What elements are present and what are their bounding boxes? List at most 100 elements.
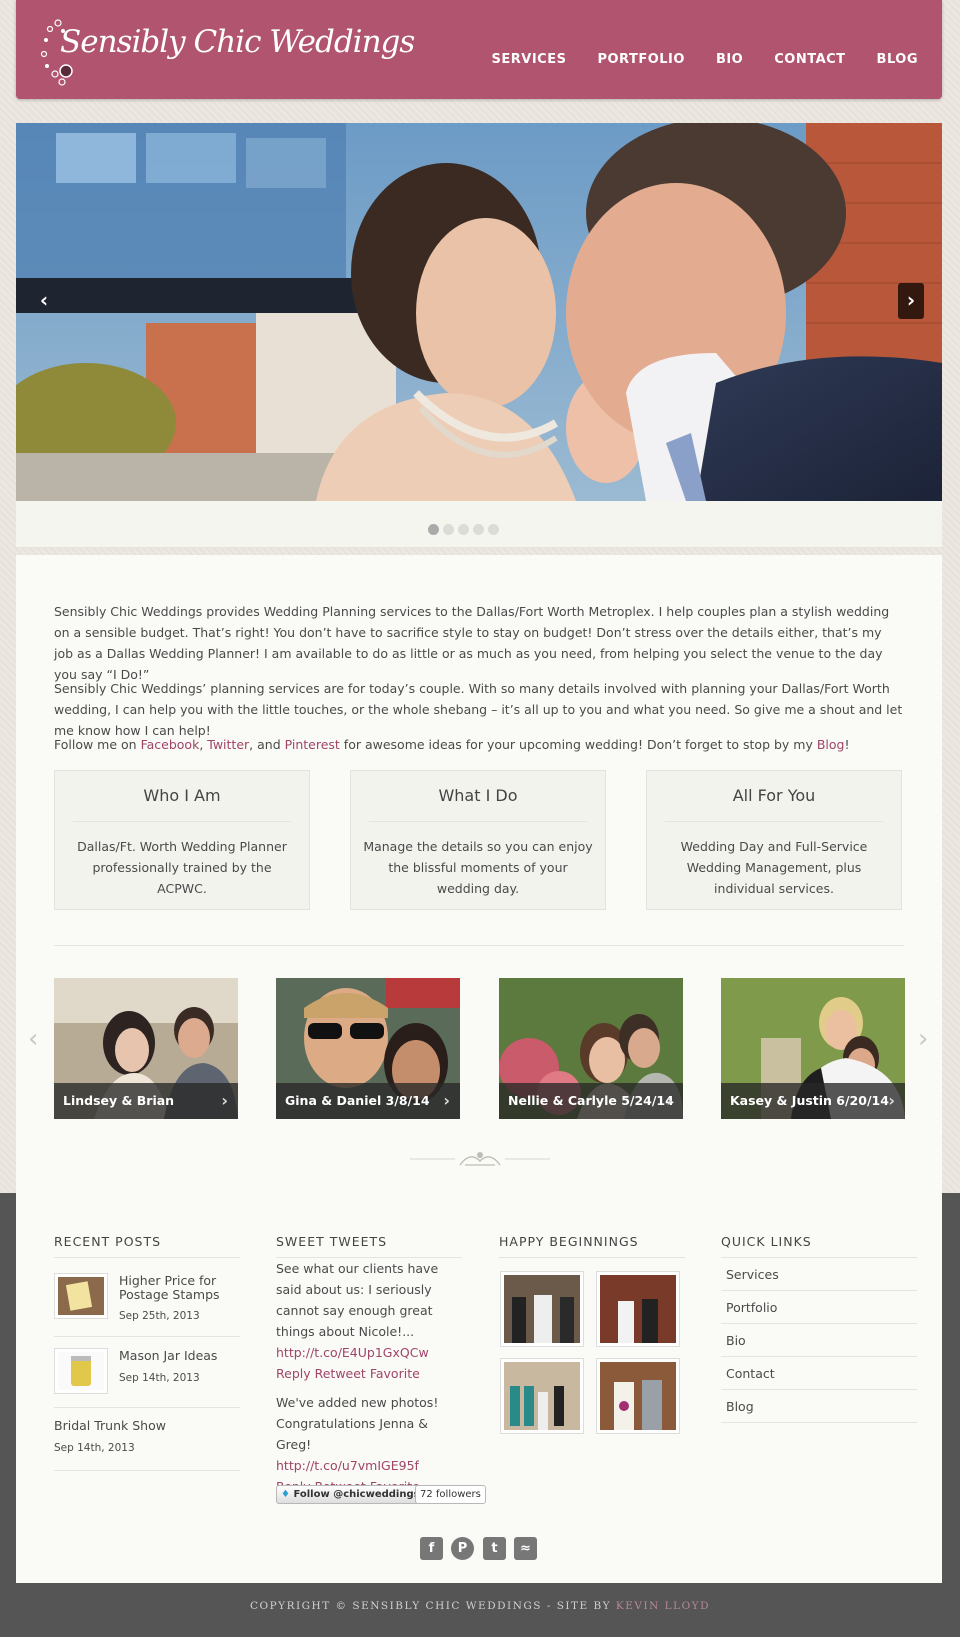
twitter-icon[interactable]: t [483,1537,506,1560]
portfolio-caption: Nellie & Carlyle 5/24/14 › [499,1083,683,1119]
feature-box-what: What I Do Manage the details so you can … [350,770,606,910]
post-thumbnail[interactable] [54,1273,108,1319]
twitter-bird-icon: ♦ [281,1489,290,1500]
chevron-left-icon: ‹ [28,1024,39,1054]
divider [54,1257,240,1258]
mason-jar-image-icon [58,1352,104,1390]
feature-text: Wedding Day and Full-Service Wedding Man… [680,839,868,896]
slider-dot-4[interactable] [473,524,484,535]
site-header: Sensibly Chic Weddings SERVICES PORTFOLI… [16,0,942,99]
divider [54,1336,240,1337]
gallery-photo [504,1362,580,1430]
carousel-prev-button[interactable]: ‹ [28,1024,38,1054]
stamp-image-icon [58,1277,104,1315]
tweet-text: We've added new photos! Congratulations … [276,1395,439,1452]
divider [721,1257,917,1258]
gallery-photo [600,1275,676,1343]
quick-link-blog[interactable]: Blog [726,1399,916,1414]
slider-prev-button[interactable]: ‹ [31,283,57,319]
chevron-right-icon: › [443,1091,450,1110]
post-date: Sep 14th, 2013 [54,1442,135,1454]
gallery-thumb[interactable] [500,1358,584,1434]
tweet-link[interactable]: http://t.co/E4Up1GxQCw [276,1345,429,1360]
intro-paragraph-1: Sensibly Chic Weddings provides Wedding … [54,604,890,682]
gallery-thumb[interactable] [596,1358,680,1434]
divider [721,1389,917,1390]
slider-dot-3[interactable] [458,524,469,535]
divider [721,1323,917,1324]
facebook-link[interactable]: Facebook [141,737,200,752]
tweet-text: See what our clients have said about us:… [276,1261,439,1339]
sweet-tweets-heading: SWEET TWEETS [276,1234,388,1249]
intro-paragraph-3: Follow me on Facebook, Twitter, and Pint… [54,737,850,752]
slider-dot-1[interactable] [428,524,439,535]
divider [665,821,883,822]
quick-link-services[interactable]: Services [726,1267,916,1282]
logo-text: Sensibly Chic Weddings [60,24,415,60]
logo[interactable]: Sensibly Chic Weddings [38,16,415,86]
chevron-right-icon: › [666,1091,673,1110]
portfolio-item[interactable]: Kasey & Justin 6/20/14 › [721,978,905,1119]
feature-title: Who I Am [143,786,221,805]
rss-icon[interactable]: ≈ [514,1537,537,1560]
quick-links-heading: QUICK LINKS [721,1234,812,1249]
portfolio-caption: Gina & Daniel 3/8/14 › [276,1083,460,1119]
divider [721,1356,917,1357]
slider-pager [16,501,942,548]
gallery-thumb[interactable] [596,1271,680,1347]
divider [721,1290,917,1291]
divider [54,1470,240,1471]
quick-link-portfolio[interactable]: Portfolio [726,1300,916,1315]
nav-services[interactable]: SERVICES [492,52,567,67]
chevron-right-icon: › [221,1091,228,1110]
portfolio-item[interactable]: Nellie & Carlyle 5/24/14 › [499,978,683,1119]
divider [73,821,291,822]
carousel-next-button[interactable]: › [918,1024,928,1054]
section-divider [54,945,904,946]
post-title-link[interactable]: Mason Jar Ideas [119,1349,217,1363]
pinterest-icon[interactable]: P [451,1537,474,1560]
retweet-link[interactable]: Retweet [315,1366,366,1381]
portfolio-item[interactable]: Gina & Daniel 3/8/14 › [276,978,460,1119]
nav-portfolio[interactable]: PORTFOLIO [597,52,684,67]
nav-blog[interactable]: BLOG [877,52,918,67]
favorite-link[interactable]: Favorite [370,1366,420,1381]
hero-photo [16,123,942,501]
copyright-line: COPYRIGHT © SENSIBLY CHIC WEDDINGS - SIT… [249,1600,711,1612]
chevron-right-icon: › [918,1024,929,1054]
reply-link[interactable]: Reply [276,1366,311,1381]
chevron-left-icon: ‹ [39,288,49,312]
slider-next-button[interactable]: › [898,283,924,319]
facebook-icon[interactable]: f [420,1537,443,1560]
portfolio-item[interactable]: Lindsey & Brian 12/28/13› [54,978,238,1119]
follower-count-badge: 72 followers [415,1485,486,1504]
blog-link[interactable]: Blog [817,737,845,752]
quick-link-bio[interactable]: Bio [726,1333,916,1348]
happy-beginnings-heading: HAPPY BEGINNINGS [499,1234,639,1249]
main-nav: SERVICES PORTFOLIO BIO CONTACT BLOG [461,52,918,67]
post-thumbnail[interactable] [54,1348,108,1394]
quick-link-contact[interactable]: Contact [726,1366,916,1381]
slider-dot-5[interactable] [488,524,499,535]
feature-title: All For You [732,786,816,805]
nav-bio[interactable]: BIO [716,52,743,67]
feature-title: What I Do [438,786,518,805]
footer-widgets [16,1193,942,1583]
hero-slider: ‹ › [16,123,942,501]
tweet-link[interactable]: http://t.co/u7vmIGE95f [276,1458,419,1473]
twitter-follow-button[interactable]: ♦ Follow @chicweddings [276,1485,426,1504]
nav-contact[interactable]: CONTACT [774,52,845,67]
gallery-thumb[interactable] [500,1271,584,1347]
post-date: Sep 25th, 2013 [119,1310,200,1322]
post-title-link[interactable]: Bridal Trunk Show [54,1419,166,1433]
divider [54,1407,240,1408]
post-title-link[interactable]: Higher Price for Postage Stamps [119,1274,239,1302]
pinterest-link[interactable]: Pinterest [285,737,340,752]
twitter-link[interactable]: Twitter [207,737,249,752]
designer-link[interactable]: KEVIN LLOYD [616,1600,710,1612]
recent-posts-heading: RECENT POSTS [54,1234,162,1249]
chevron-right-icon: › [888,1091,895,1110]
slider-dot-2[interactable] [443,524,454,535]
ornament-divider-icon [410,1152,550,1166]
divider [369,821,587,822]
